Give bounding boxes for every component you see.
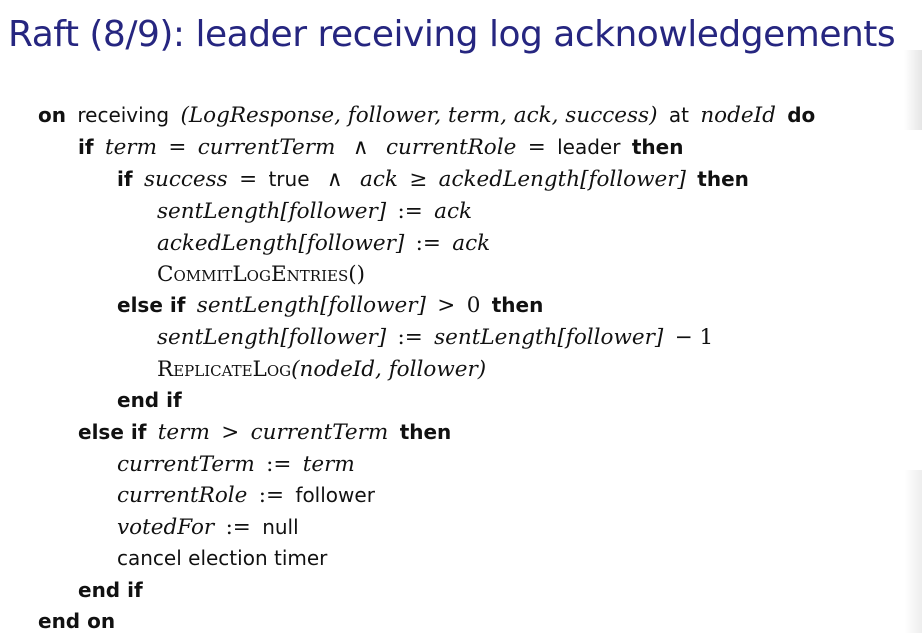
op-equals: = [168, 135, 187, 160]
var-term: term [104, 135, 157, 160]
log-response-args: (LogResponse, follower, term, ack, succe… [180, 103, 658, 128]
var-voted-for: votedFor [117, 515, 215, 540]
var-sent-length-follower: sentLength[follower] [196, 293, 426, 318]
keyword-end-if: end if [78, 578, 143, 602]
text-at: at [668, 103, 689, 127]
var-sent-length-follower: sentLength[follower] [157, 199, 387, 224]
algo-line-else-if-sent-length: else if sentLength[follower] > 0 then [117, 292, 543, 319]
keyword-on: on [38, 103, 66, 127]
var-sent-length-follower: sentLength[follower] [434, 325, 664, 350]
op-gt: > [437, 293, 456, 318]
var-current-term: currentTerm [117, 452, 255, 477]
keyword-end-if: end if [117, 388, 182, 412]
algo-line-end-on: end on [38, 608, 115, 634]
value-null: null [262, 515, 299, 539]
keyword-then: then [697, 167, 749, 191]
var-term: term [302, 452, 355, 477]
op-gt: > [221, 420, 240, 445]
algo-line-set-sent-length: sentLength[follower] := ack [157, 198, 472, 225]
algo-line-commit-log-entries: CommitLogEntries() [157, 261, 365, 288]
var-current-role: currentRole [117, 483, 248, 508]
op-and: ∧ [352, 135, 369, 160]
op-assign: := [415, 231, 441, 256]
func-commit-log-entries: CommitLogEntries() [157, 262, 365, 287]
op-minus-one: − 1 [674, 325, 714, 350]
text-cancel-election-timer: cancel election timer [117, 546, 328, 570]
var-current-role: currentRole [385, 135, 517, 160]
op-geq: ≥ [409, 167, 428, 192]
op-assign: := [225, 515, 251, 540]
algo-line-end-if-inner: end if [117, 387, 182, 413]
value-zero: 0 [466, 293, 481, 318]
var-success: success [143, 167, 228, 192]
algo-line-set-acked-length: ackedLength[follower] := ack [157, 230, 490, 257]
var-node-id: nodeId [700, 103, 776, 128]
func-replicate-log: ReplicateLog [157, 357, 292, 382]
keyword-else-if: else if [78, 420, 147, 444]
keyword-if: if [78, 135, 94, 159]
keyword-then: then [399, 420, 452, 444]
keyword-then: then [631, 135, 684, 159]
value-leader: leader [557, 135, 621, 159]
op-assign: := [266, 452, 292, 477]
text-receiving: receiving [77, 103, 170, 127]
var-term: term [157, 420, 210, 445]
algo-line-if-success: if success = true ∧ ack ≥ ackedLength[fo… [117, 166, 749, 193]
value-follower: follower [295, 483, 375, 507]
var-ack: ack [360, 167, 398, 192]
algo-line-else-if-term: else if term > currentTerm then [78, 419, 451, 446]
var-current-term: currentTerm [250, 420, 389, 445]
algo-line-replicate-log: ReplicateLog(nodeId, follower) [157, 356, 486, 383]
keyword-if: if [117, 167, 133, 191]
algo-line-set-current-term: currentTerm := term [117, 451, 355, 478]
op-assign: := [397, 199, 423, 224]
right-edge-shadow [904, 50, 922, 130]
algo-line-set-voted-for: votedFor := null [117, 514, 299, 541]
op-equals: = [239, 167, 258, 192]
keyword-then: then [491, 293, 544, 317]
algo-line-end-if-outer: end if [78, 577, 143, 603]
op-and: ∧ [326, 167, 343, 192]
op-assign: := [397, 325, 423, 350]
algo-line-on-receiving: on receiving (LogResponse, follower, ter… [38, 102, 815, 129]
algo-line-if-term-leader: if term = currentTerm ∧ currentRole = le… [78, 134, 683, 161]
keyword-else-if: else if [117, 293, 186, 317]
op-equals: = [527, 135, 546, 160]
var-acked-length-follower: ackedLength[follower] [157, 231, 405, 256]
algo-line-cancel-election-timer: cancel election timer [117, 545, 327, 571]
op-assign: := [258, 483, 285, 508]
algo-line-set-current-role: currentRole := follower [117, 482, 375, 509]
var-current-term: currentTerm [197, 135, 336, 160]
algo-line-decrement-sent-length: sentLength[follower] := sentLength[follo… [157, 324, 713, 351]
var-ack: ack [452, 231, 491, 256]
slide-title: Raft (8/9): leader receiving log acknowl… [8, 14, 896, 55]
var-ack: ack [434, 199, 473, 224]
keyword-end-on: end on [38, 609, 116, 633]
var-acked-length-follower: ackedLength[follower] [438, 167, 686, 192]
replicate-log-args: (nodeId, follower) [291, 357, 487, 382]
keyword-do: do [787, 103, 816, 127]
var-sent-length-follower: sentLength[follower] [157, 325, 387, 350]
value-true: true [268, 167, 310, 191]
right-edge-shadow-lower [904, 470, 922, 633]
